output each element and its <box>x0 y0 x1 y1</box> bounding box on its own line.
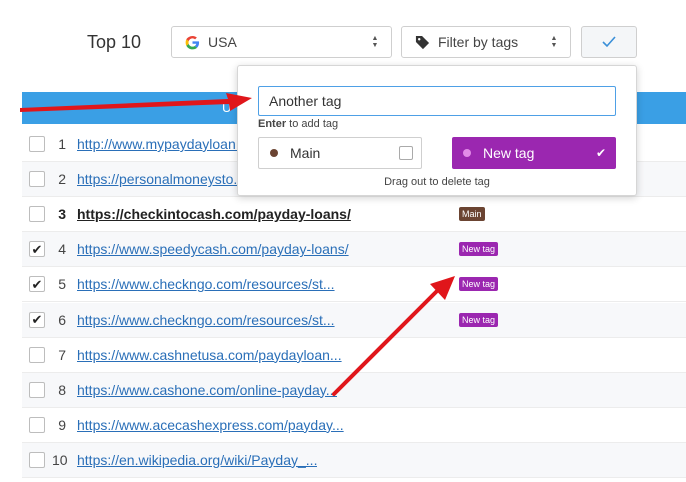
row-rank: 1 <box>58 136 66 152</box>
country-select-value: USA <box>208 34 237 50</box>
row-url-link[interactable]: https://personalmoneysto... <box>77 171 245 187</box>
row-checkbox[interactable]: ✔ <box>29 311 45 328</box>
drag-delete-hint: Drag out to delete tag <box>384 176 490 188</box>
table-row: ✔ 5 https://www.checkngo.com/resources/st.… <box>22 267 686 303</box>
checkmark-icon[interactable]: ✔ <box>596 146 606 160</box>
country-select[interactable]: USA ▲ ▼ <box>171 26 392 58</box>
tag-popup: Enter to add tag Main New tag ✔ Drag out… <box>237 65 637 196</box>
row-checkbox[interactable] <box>29 416 45 433</box>
row-tag-badge: New tag <box>459 242 499 257</box>
row-checkbox[interactable]: ✔ <box>29 276 45 293</box>
row-url-link[interactable]: https://www.acecashexpress.com/payday... <box>77 417 344 433</box>
table-row: ✔ 6 https://www.checkngo.com/resources/st.… <box>22 302 686 338</box>
row-rank: 4 <box>58 241 66 258</box>
tag-chip-main[interactable]: Main <box>258 137 422 169</box>
row-checkbox[interactable] <box>29 451 45 468</box>
tag-color-dot <box>463 149 471 157</box>
row-checkbox[interactable]: ✔ <box>29 241 45 258</box>
checkmark-icon <box>602 36 616 48</box>
row-rank: 6 <box>58 311 66 328</box>
row-rank: 2 <box>58 171 66 188</box>
tag-chip-label: New tag <box>483 145 535 161</box>
tag-filter-select[interactable]: Filter by tags ▲ ▼ <box>401 26 571 58</box>
row-rank: 5 <box>58 276 66 293</box>
row-tag-badge: New tag <box>459 312 499 327</box>
table-row: 8 https://www.cashone.com/online-payday..… <box>22 372 686 408</box>
row-rank: 8 <box>58 381 66 398</box>
apply-button[interactable] <box>581 26 637 58</box>
select-arrows-icon: ▲ ▼ <box>371 35 379 49</box>
tag-color-dot <box>270 149 278 157</box>
tag-checkbox[interactable] <box>399 146 413 160</box>
tag-icon <box>414 34 430 50</box>
row-url-link[interactable]: https://en.wikipedia.org/wiki/Payday_... <box>77 452 317 468</box>
row-checkbox[interactable] <box>29 381 45 398</box>
row-checkbox[interactable] <box>29 171 45 188</box>
row-rank: 3 <box>58 206 66 223</box>
tag-chip-label: Main <box>290 145 321 161</box>
table-row: 9 https://www.acecashexpress.com/payday..… <box>22 408 686 443</box>
table-row: ✔ 4 https://www.speedycash.com/payday-loan… <box>22 232 686 268</box>
row-checkbox[interactable] <box>29 346 45 363</box>
table-row: 10 https://en.wikipedia.org/wiki/Payday_.… <box>22 442 686 478</box>
enter-key-label: Enter <box>258 118 287 130</box>
row-checkbox[interactable] <box>29 136 45 152</box>
row-url-link[interactable]: https://www.speedycash.com/payday-loans/ <box>77 241 349 257</box>
add-tag-hint: Enter to add tag <box>258 118 338 130</box>
row-url-link[interactable]: https://www.checkngo.com/resources/st... <box>77 312 335 328</box>
google-g-icon <box>184 34 200 50</box>
row-url-link[interactable]: https://www.cashnetusa.com/paydayloan... <box>77 347 342 363</box>
row-checkbox[interactable] <box>29 206 45 223</box>
tag-filter-placeholder: Filter by tags <box>438 34 519 50</box>
page-title: Top 10 <box>87 32 142 52</box>
row-url-link[interactable]: http://www.mypaydayloan... <box>77 136 247 152</box>
row-url-link[interactable]: https://www.cashone.com/online-payday... <box>77 382 337 398</box>
tag-chip-new-tag[interactable]: New tag ✔ <box>452 137 616 169</box>
row-tag-badge: Main <box>459 207 485 222</box>
add-tag-hint-text: to add tag <box>286 118 339 130</box>
row-rank: 7 <box>58 346 66 363</box>
row-rank: 10 <box>52 451 68 468</box>
row-url-link[interactable]: https://checkintocash.com/payday-loans/ <box>77 206 351 222</box>
table-row: 7 https://www.cashnetusa.com/paydayloan..… <box>22 338 686 373</box>
select-arrows-icon: ▲ ▼ <box>550 35 558 49</box>
row-url-link[interactable]: https://www.checkngo.com/resources/st... <box>77 276 335 292</box>
table-header-label: U <box>222 100 232 115</box>
row-rank: 9 <box>58 416 66 433</box>
new-tag-input[interactable] <box>258 86 616 116</box>
row-tag-badge: New tag <box>459 277 499 292</box>
table-row: 3 https://checkintocash.com/payday-loans/… <box>22 197 686 233</box>
